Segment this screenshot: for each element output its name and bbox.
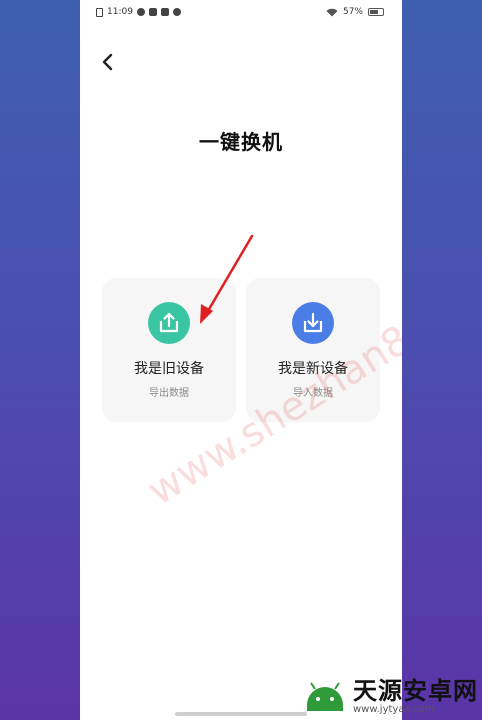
home-indicator[interactable] [175,712,307,716]
old-device-title: 我是旧设备 [134,361,204,377]
status-left: 11:09 [96,7,181,17]
new-device-subtitle: 导入数据 [293,388,333,399]
app-notification-icon [148,8,157,16]
sim-icon [96,7,103,17]
back-button[interactable] [96,50,120,74]
old-device-card[interactable]: 我是旧设备 导出数据 [102,278,236,422]
notification-icon [136,8,145,16]
message-icon [160,8,169,16]
status-bar: 11:09 57% [80,0,402,26]
status-right: 57% [326,7,384,17]
battery-percent: 57% [342,7,363,17]
site-url: www.jytyaz.com [353,704,435,715]
site-badge: 天源安卓网 www.jytyaz.com [303,678,478,716]
status-time: 11:09 [107,7,133,17]
export-icon-circle [148,302,190,344]
old-device-subtitle: 导出数据 [149,388,189,399]
chevron-left-icon [102,53,113,71]
import-icon-circle [292,302,334,344]
wifi-icon [326,8,338,16]
new-device-title: 我是新设备 [278,361,348,377]
page-title: 一键换机 [199,130,283,154]
site-name: 天源安卓网 [353,677,478,705]
android-logo-icon [303,679,347,715]
search-notification-icon [172,8,181,16]
upload-icon [159,312,179,333]
phone-screen: 11:09 57% 一键换机 我是旧设备 导出数据 我是新设备 导入数据 [80,0,402,720]
site-badge-text: 天源安卓网 www.jytyaz.com [353,678,478,716]
new-device-card[interactable]: 我是新设备 导入数据 [246,278,380,422]
battery-icon [368,8,384,16]
download-icon [303,312,323,333]
